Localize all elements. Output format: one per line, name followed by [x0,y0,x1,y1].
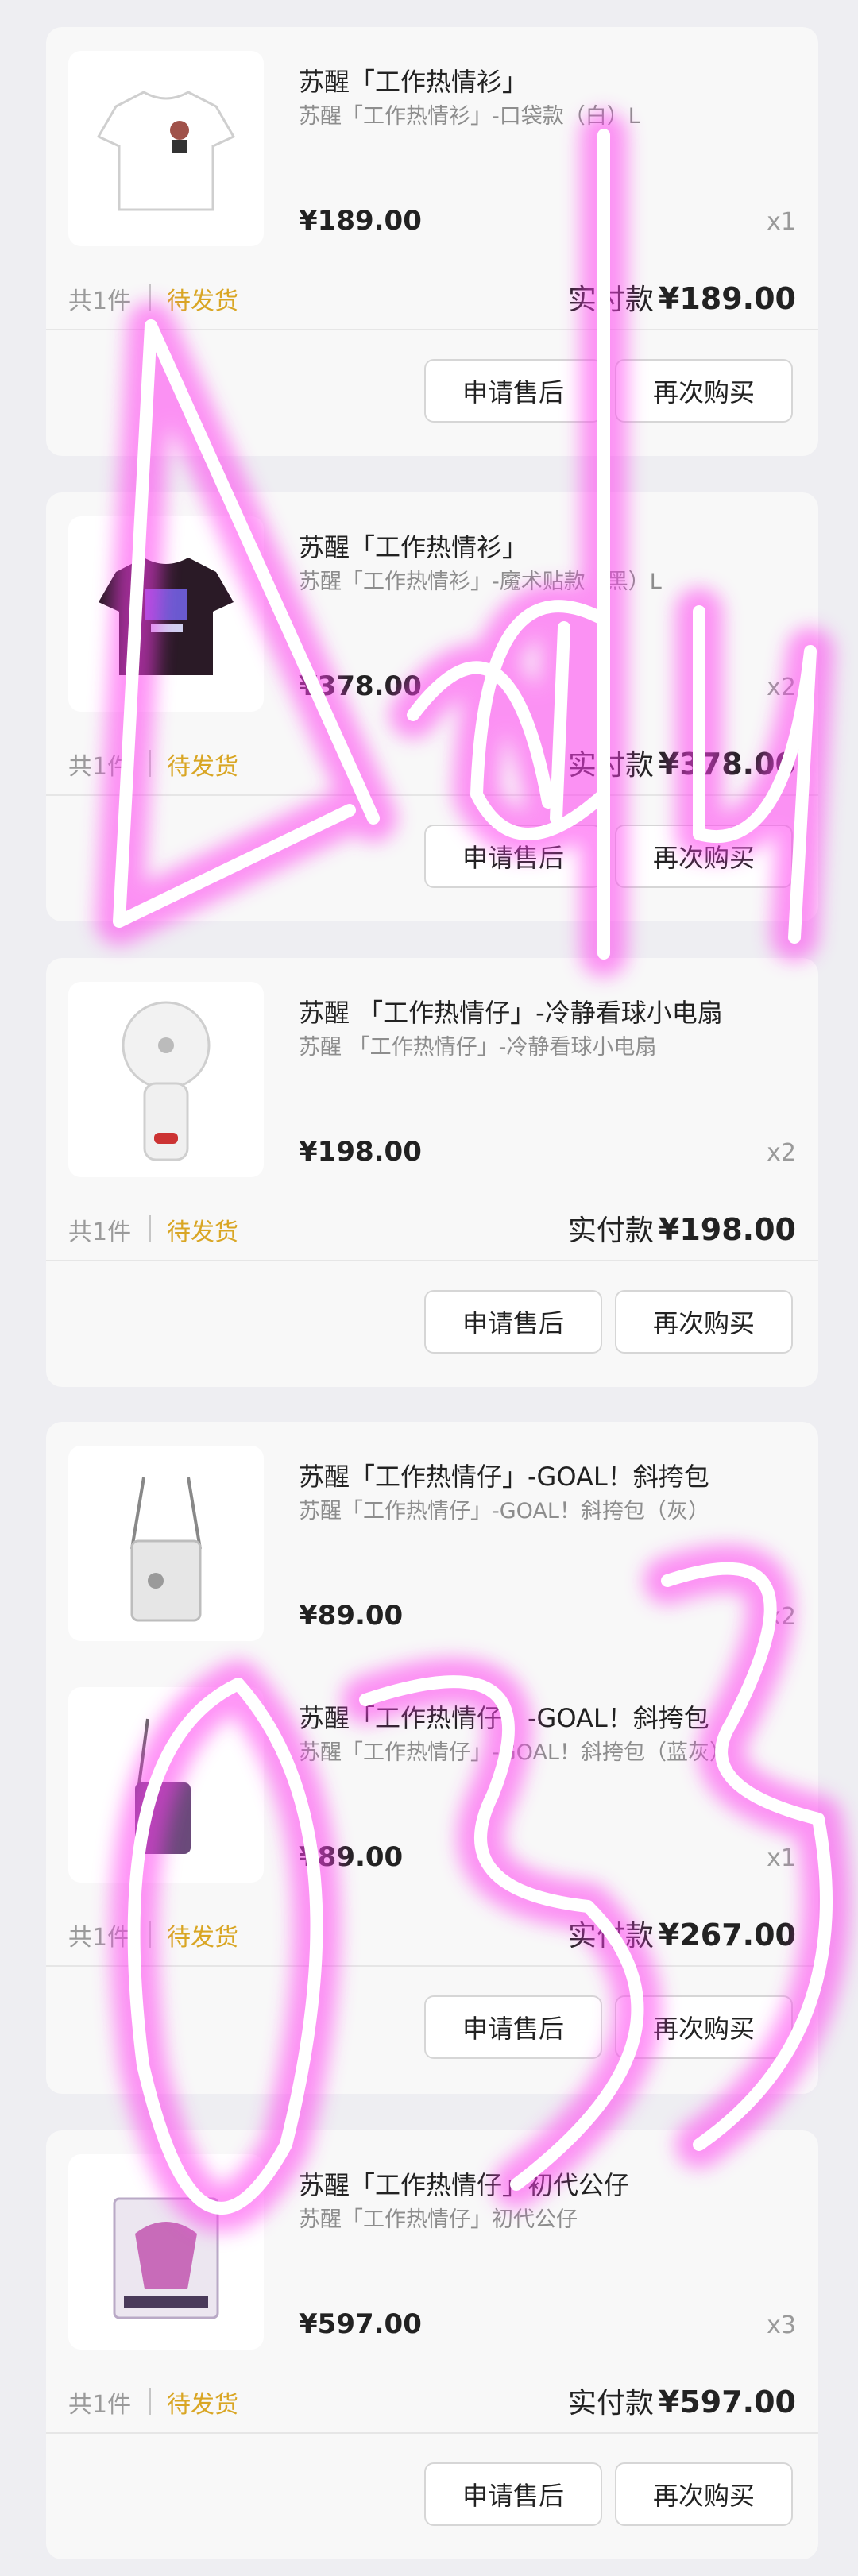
black-tshirt-icon [99,558,234,675]
order-card: 苏醒「工作热情仔」初代公仔 苏醒「工作热情仔」初代公仔 ¥597.00 x3 共… [46,2130,818,2559]
product-spec: 苏醒「工作热情衫」-口袋款（白）L [299,104,640,129]
divider [46,2432,818,2434]
product-spec: 苏醒 「工作热情仔」-冷静看球小电扇 [299,1035,657,1060]
item-count: 共1件 [68,288,132,315]
paid-label: 实付款 [567,749,654,782]
product-price: ¥378.00 [299,670,422,702]
divider [46,1965,818,1967]
status-badge: 待发货 [167,753,238,781]
rebuy-button[interactable]: 再次购买 [615,1995,793,2059]
order-summary: 共1件 待发货 实付款 ¥597.00 [46,2377,818,2424]
after-sale-button[interactable]: 申请售后 [424,359,602,423]
order-card: 苏醒「工作热情衫」 苏醒「工作热情衫」-口袋款（白）L ¥189.00 x1 共… [46,27,818,456]
paid-amount: ¥198.00 [658,1212,796,1247]
order-item[interactable]: 苏醒「工作热情仔」-GOAL！斜挎包 苏醒「工作热情仔」-GOAL！斜挎包（蓝灰… [46,1687,818,1883]
product-quantity: x2 [767,674,796,701]
product-thumbnail[interactable] [68,2154,264,2350]
order-card: 苏醒「工作热情仔」-GOAL！斜挎包 苏醒「工作热情仔」-GOAL！斜挎包（灰）… [46,1422,818,2094]
item-count: 共1件 [68,753,132,781]
product-thumbnail[interactable] [68,1446,264,1641]
bluegrey-crossbody-bag-icon [135,1718,191,1854]
separator [149,1215,151,1242]
product-title: 苏醒「工作热情仔」初代公仔 [299,2170,630,2200]
product-thumbnail[interactable] [68,982,264,1177]
product-price: ¥189.00 [299,205,422,237]
paid-total: 实付款 ¥189.00 [568,276,796,318]
figure-box-icon [113,2197,219,2319]
paid-amount: ¥378.00 [658,747,796,782]
item-count: 共1件 [68,1924,132,1952]
product-spec: 苏醒「工作热情衫」-魔术贴款（黑）L [299,570,662,594]
order-summary: 共1件 待发货 实付款 ¥189.00 [46,273,818,321]
order-card: 苏醒「工作热情衫」 苏醒「工作热情衫」-魔术贴款（黑）L ¥378.00 x2 … [46,492,818,921]
after-sale-button[interactable]: 申请售后 [424,1995,602,2059]
separator [149,284,151,311]
paid-total: 实付款 ¥198.00 [568,1207,796,1249]
separator [149,750,151,777]
paid-total: 实付款 ¥597.00 [568,2380,796,2421]
order-summary: 共1件 待发货 实付款 ¥198.00 [46,1204,818,1252]
paid-total: 实付款 ¥378.00 [568,742,796,783]
after-sale-button[interactable]: 申请售后 [424,2462,602,2526]
order-item[interactable]: 苏醒 「工作热情仔」-冷静看球小电扇 苏醒 「工作热情仔」-冷静看球小电扇 ¥1… [46,982,818,1177]
paid-total: 实付款 ¥267.00 [568,1913,796,1954]
grey-crossbody-bag-icon [130,1477,202,1622]
product-thumbnail[interactable] [68,516,264,712]
order-item[interactable]: 苏醒「工作热情仔」-GOAL！斜挎包 苏醒「工作热情仔」-GOAL！斜挎包（灰）… [46,1446,818,1641]
product-thumbnail[interactable] [68,1687,264,1883]
product-title: 苏醒「工作热情仔」-GOAL！斜挎包 [299,1462,709,1492]
product-quantity: x2 [767,1603,796,1631]
order-summary: 共1件 待发货 实付款 ¥267.00 [46,1910,818,1957]
product-thumbnail[interactable] [68,51,264,246]
after-sale-button[interactable]: 申请售后 [424,825,602,888]
paid-amount: ¥597.00 [658,2385,796,2420]
product-quantity: x1 [767,208,796,236]
order-item[interactable]: 苏醒「工作热情仔」初代公仔 苏醒「工作热情仔」初代公仔 ¥597.00 x3 [46,2154,818,2350]
divider [46,1260,818,1261]
product-price: ¥89.00 [299,1600,404,1632]
product-spec: 苏醒「工作热情仔」-GOAL！斜挎包（灰） [299,1499,709,1524]
order-summary: 共1件 待发货 实付款 ¥378.00 [46,739,818,786]
status-badge: 待发货 [167,2391,238,2419]
rebuy-button[interactable]: 再次购买 [615,2462,793,2526]
mini-fan-icon [122,1001,211,1161]
product-spec: 苏醒「工作热情仔」初代公仔 [299,2207,578,2232]
paid-label: 实付款 [567,1920,654,1952]
status-badge: 待发货 [167,1924,238,1952]
item-count: 共1件 [68,1218,132,1246]
separator [149,2388,151,2415]
paid-label: 实付款 [567,1215,654,1247]
item-count: 共1件 [68,2391,132,2419]
divider [46,329,818,330]
product-quantity: x1 [767,1844,796,1872]
product-price: ¥198.00 [299,1136,422,1168]
product-title: 苏醒「工作热情仔」-GOAL！斜挎包 [299,1703,709,1733]
order-item[interactable]: 苏醒「工作热情衫」 苏醒「工作热情衫」-魔术贴款（黑）L ¥378.00 x2 [46,516,818,712]
paid-label: 实付款 [567,2387,654,2420]
paid-label: 实付款 [567,284,654,316]
status-badge: 待发货 [167,288,238,315]
product-quantity: x3 [767,2311,796,2339]
product-title: 苏醒 「工作热情仔」-冷静看球小电扇 [299,998,723,1028]
product-price: ¥89.00 [299,1841,404,1873]
after-sale-button[interactable]: 申请售后 [424,1290,602,1354]
product-spec: 苏醒「工作热情仔」-GOAL！斜挎包（蓝灰） [299,1740,731,1765]
order-item[interactable]: 苏醒「工作热情衫」 苏醒「工作热情衫」-口袋款（白）L ¥189.00 x1 [46,51,818,246]
rebuy-button[interactable]: 再次购买 [615,825,793,888]
separator [149,1921,151,1948]
product-price: ¥597.00 [299,2308,422,2340]
product-title: 苏醒「工作热情衫」 [299,532,528,562]
rebuy-button[interactable]: 再次购买 [615,359,793,423]
product-title: 苏醒「工作热情衫」 [299,67,528,97]
white-tshirt-icon [96,91,236,211]
order-card: 苏醒 「工作热情仔」-冷静看球小电扇 苏醒 「工作热情仔」-冷静看球小电扇 ¥1… [46,958,818,1387]
product-quantity: x2 [767,1139,796,1167]
status-badge: 待发货 [167,1218,238,1246]
rebuy-button[interactable]: 再次购买 [615,1290,793,1354]
divider [46,794,818,796]
paid-amount: ¥189.00 [658,281,796,316]
paid-amount: ¥267.00 [658,1918,796,1952]
